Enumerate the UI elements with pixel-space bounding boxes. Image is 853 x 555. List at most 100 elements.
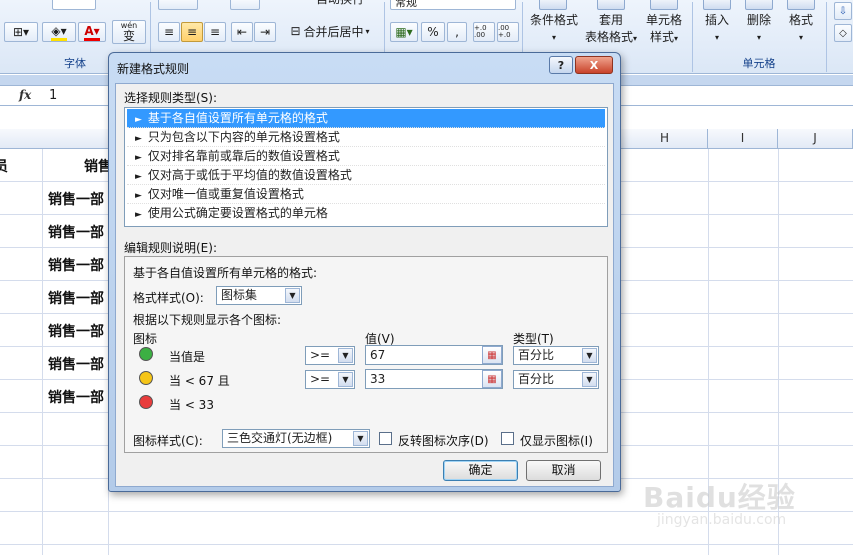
number-format-select[interactable]: 常规 [390,0,516,10]
chevron-down-icon[interactable]: ▼ [338,348,353,363]
rule-1-type-select[interactable]: 百分比 ▼ [513,346,599,365]
align-center-icon: ≡ [186,25,198,39]
list-item[interactable]: ► 基于各自值设置所有单元格的格式 [127,109,605,128]
formula-input[interactable]: 1 [49,88,57,103]
chevron-down-icon: ▾ [798,33,803,42]
group-separator [826,2,827,72]
dialog-title: 新建格式规则 [117,62,190,76]
table-row[interactable]: 销售一部 [48,387,108,407]
play-arrow-icon: ► [135,153,142,163]
column-header-j[interactable]: J [778,129,853,149]
reverse-order-checkbox[interactable] [379,432,392,445]
increase-indent-icon: ⇥ [259,25,271,39]
chevron-down-icon[interactable]: ▼ [353,431,368,446]
cells-group-label: 单元格 [742,57,776,70]
icon-only-checkbox[interactable] [501,432,514,445]
table-format-label-2: 表格格式▾ [584,30,638,44]
comma-button[interactable]: , [447,22,467,42]
ok-button[interactable]: 确定 [443,460,518,481]
close-icon: X [589,58,599,72]
header-cell-sales[interactable]: 销售 [84,156,108,176]
play-arrow-icon: ► [135,210,142,220]
table-row[interactable]: 销售一部 [48,222,108,242]
format-style-label: 格式样式(O): [133,291,204,305]
increase-decimal-button[interactable]: +.0 .00 [473,22,495,42]
decrease-decimal-label: .00 +.0 [498,24,511,39]
rule-2-type-value: 百分比 [518,372,555,386]
sum-button[interactable]: ⇩ [834,2,852,20]
chevron-down-icon: ▾ [551,33,556,42]
rule-3-label: 当 < 33 [169,398,214,412]
cancel-button[interactable]: 取消 [526,460,601,481]
table-row[interactable]: 销售一部 [48,354,108,374]
conditional-format-button[interactable]: 条件格式 ▾ [526,12,582,46]
rule-2-range-picker[interactable]: ▦ [482,370,502,388]
border-icon: ⊞▾ [12,25,30,39]
edit-rule-label: 编辑规则说明(E): [124,241,217,255]
cell-style-label-1: 单元格 [645,13,682,27]
align-left-button[interactable]: ≡ [158,22,180,42]
close-button[interactable]: X [575,56,613,74]
decrease-indent-button[interactable]: ⇤ [231,22,253,42]
decrease-decimal-button[interactable]: .00 +.0 [497,22,519,42]
wrap-text-button[interactable]: 自动换行 [300,0,380,8]
help-icon: ? [557,58,565,72]
format-style-value: 图标集 [221,288,258,302]
table-row[interactable]: 销售一部 [48,189,108,209]
list-item[interactable]: ► 仅对唯一值或重复值设置格式 [127,185,605,204]
chevron-down-icon[interactable]: ▼ [582,348,597,363]
conditional-format-label: 条件格式 [529,13,578,27]
column-header-h[interactable]: H [622,129,708,149]
icon-style-label: 图标样式(C): [133,434,203,448]
insert-button[interactable]: 插入 ▾ [696,12,738,46]
dialog-body: 选择规则类型(S): ► 基于各自值设置所有单元格的格式 ► 只为包含以下内容的单元… [115,83,614,487]
pinyin-button[interactable]: wén 变 [112,20,146,44]
help-button[interactable]: ? [549,56,573,74]
list-item[interactable]: ► 使用公式确定要设置格式的单元格 [127,204,605,223]
merge-icon: ⊟ [290,24,301,38]
rule-type-list[interactable]: ► 基于各自值设置所有单元格的格式 ► 只为包含以下内容的单元格设置格式 ► 仅对排名… [124,107,608,227]
new-format-rule-dialog: 新建格式规则 ? X 选择规则类型(S): ► 基于各自值设置所有单元格的格式 ►… [108,52,621,492]
clear-button[interactable]: ◇ [834,24,852,42]
show-icons-label: 根据以下规则显示各个图标: [133,313,282,327]
align-right-button[interactable]: ≡ [204,22,226,42]
list-item[interactable]: ► 仅对高于或低于平均值的数值设置格式 [127,166,605,185]
align-center-button[interactable]: ≡ [181,22,203,42]
rule-2-type-select[interactable]: 百分比 ▼ [513,370,599,389]
format-button[interactable]: 格式 ▾ [780,12,822,46]
rule-type-label: 选择规则类型(S): [124,91,218,105]
font-size-box[interactable] [52,0,96,10]
rule-2-operator[interactable]: >= ▼ [305,370,355,389]
table-row[interactable]: 销售一部 [48,321,108,341]
rule-1-range-picker[interactable]: ▦ [482,346,502,364]
merge-center-button[interactable]: ⊟ 合并后居中 ▾ [282,21,378,41]
orientation-button[interactable] [230,0,260,10]
header-cell-partial[interactable]: 员 [0,156,14,176]
font-color-button[interactable]: A▾ [78,22,106,42]
percent-button[interactable]: % [421,22,445,42]
chevron-down-icon[interactable]: ▼ [285,288,300,303]
list-item[interactable]: ► 仅对排名靠前或靠后的数值设置格式 [127,147,605,166]
fx-icon[interactable]: fx [19,88,31,102]
align-top-button[interactable] [158,0,198,10]
border-button[interactable]: ⊞▾ [4,22,38,42]
increase-indent-button[interactable]: ⇥ [254,22,276,42]
table-row[interactable]: 销售一部 [48,255,108,275]
cell-style-button[interactable]: 单元格 样式▾ [638,12,690,47]
table-format-button[interactable]: 套用 表格格式▾ [582,12,640,47]
icon-style-select[interactable]: 三色交通灯(无边框) ▼ [222,429,370,448]
table-row[interactable]: 销售一部 [48,288,108,308]
play-arrow-icon: ► [135,191,142,201]
column-header-i[interactable]: I [708,129,778,149]
rule-1-operator[interactable]: >= ▼ [305,346,355,365]
chevron-down-icon[interactable]: ▼ [582,372,597,387]
chevron-down-icon[interactable]: ▼ [338,372,353,387]
fill-color-button[interactable]: ◈▾ [42,22,76,42]
format-style-select[interactable]: 图标集 ▼ [216,286,302,305]
eraser-icon: ◇ [839,27,847,39]
accounting-button[interactable]: ▦▾ [390,22,418,42]
delete-button[interactable]: 删除 ▾ [738,12,780,46]
icon-only-label: 仅显示图标(I) [520,434,593,448]
green-light-icon [139,347,153,361]
list-item[interactable]: ► 只为包含以下内容的单元格设置格式 [127,128,605,147]
